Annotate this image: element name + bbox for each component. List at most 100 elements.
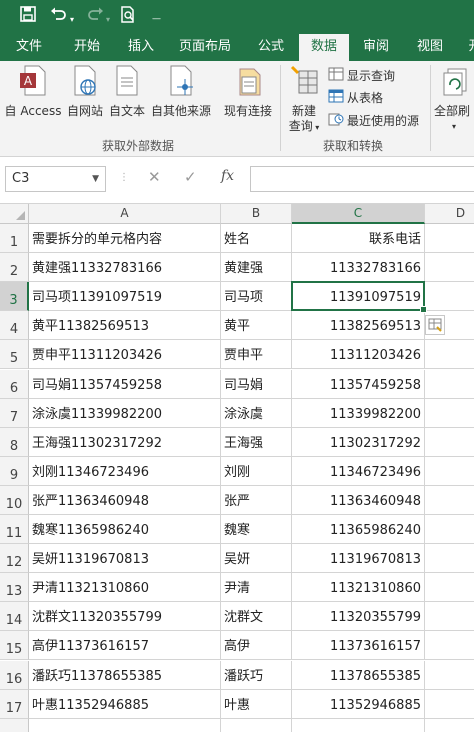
cell-a18[interactable] <box>29 718 221 732</box>
cell-c14[interactable]: 11320355799 <box>292 602 425 632</box>
cell-c13[interactable]: 11321310860 <box>292 573 425 603</box>
cell-c5[interactable]: 11311203426 <box>292 340 425 370</box>
column-header-c[interactable]: C <box>292 204 425 224</box>
cell-c8[interactable]: 11302317292 <box>292 427 425 457</box>
cell-d10[interactable] <box>425 486 474 515</box>
cell-b3[interactable]: 司马项 <box>221 282 292 312</box>
cell-c9[interactable]: 11346723496 <box>292 456 425 486</box>
formula-input[interactable] <box>250 166 474 192</box>
cell-b2[interactable]: 黄建强 <box>221 253 292 283</box>
cell-d5[interactable] <box>425 340 474 370</box>
column-header-d[interactable]: D <box>425 204 474 224</box>
cell-d6[interactable] <box>425 370 474 399</box>
tab-formulas[interactable]: 公式 <box>248 34 294 61</box>
cell-c11[interactable]: 11365986240 <box>292 515 425 545</box>
cell-a12[interactable]: 吴妍11319670813 <box>29 544 221 574</box>
row-header-18[interactable] <box>0 718 29 732</box>
save-icon[interactable] <box>20 6 36 28</box>
cell-b7[interactable]: 涂泳虞 <box>221 398 292 428</box>
cell-b11[interactable]: 魏寒 <box>221 515 292 545</box>
cell-a14[interactable]: 沈群文11320355799 <box>29 602 221 632</box>
cell-d15[interactable] <box>425 631 474 661</box>
cell-b12[interactable]: 吴妍 <box>221 544 292 574</box>
cell-a5[interactable]: 贾申平11311203426 <box>29 340 221 370</box>
cell-c4[interactable]: 11382569513 <box>292 311 425 341</box>
cell-c7[interactable]: 11339982200 <box>292 398 425 428</box>
cell-d17[interactable] <box>425 690 474 719</box>
from-web-button[interactable]: 自网站 <box>64 65 106 119</box>
tab-data[interactable]: 数据 <box>299 34 349 61</box>
cell-d18[interactable] <box>425 719 474 732</box>
cell-c16[interactable]: 11378655385 <box>292 660 425 690</box>
chevron-down-icon[interactable]: ▼ <box>92 167 99 191</box>
row-header-7[interactable]: 7 <box>0 398 29 428</box>
tab-insert[interactable]: 插入 <box>118 34 164 61</box>
tab-developer[interactable]: 开 <box>460 34 474 61</box>
cell-d12[interactable] <box>425 544 474 574</box>
from-access-button[interactable]: A 自 Access <box>4 65 62 119</box>
cell-c3[interactable]: 11391097519 <box>292 282 425 312</box>
redo-dropdown-icon[interactable]: ▾ <box>106 10 110 30</box>
row-header-4[interactable]: 4 <box>0 311 29 341</box>
new-query-button[interactable]: 新建 查询 ▾ <box>284 65 324 135</box>
cell-b16[interactable]: 潘跃巧 <box>221 660 292 690</box>
cell-a16[interactable]: 潘跃巧11378655385 <box>29 660 221 690</box>
cell-b8[interactable]: 王海强 <box>221 427 292 457</box>
cell-d13[interactable] <box>425 573 474 603</box>
row-header-16[interactable]: 16 <box>0 660 29 690</box>
cancel-icon[interactable]: ✕ <box>148 168 161 186</box>
row-header-3[interactable]: 3 <box>0 282 29 312</box>
cell-c2[interactable]: 11332783166 <box>292 253 425 283</box>
row-header-13[interactable]: 13 <box>0 573 29 603</box>
column-header-a[interactable]: A <box>29 204 221 224</box>
show-queries-button[interactable]: 显示查询 <box>328 66 395 86</box>
cell-a10[interactable]: 张严11363460948 <box>29 485 221 515</box>
undo-icon[interactable] <box>50 6 68 28</box>
row-header-2[interactable]: 2 <box>0 253 29 283</box>
cell-b9[interactable]: 刘刚 <box>221 456 292 486</box>
cell-a9[interactable]: 刘刚11346723496 <box>29 456 221 486</box>
from-table-button[interactable]: 从表格 <box>328 88 383 108</box>
row-header-11[interactable]: 11 <box>0 515 29 545</box>
row-header-12[interactable]: 12 <box>0 544 29 574</box>
cell-d14[interactable] <box>425 602 474 632</box>
row-header-5[interactable]: 5 <box>0 340 29 370</box>
from-text-button[interactable]: 自文本 <box>107 65 147 119</box>
refresh-all-button[interactable]: 全部刷 ▾ <box>434 65 474 134</box>
cell-a15[interactable]: 高伊11373616157 <box>29 631 221 661</box>
cell-d8[interactable] <box>425 428 474 457</box>
cell-c1[interactable]: 联系电话 <box>292 224 425 254</box>
select-all-button[interactable] <box>0 204 29 224</box>
row-header-17[interactable]: 17 <box>0 689 29 719</box>
cell-a2[interactable]: 黄建强11332783166 <box>29 253 221 283</box>
cell-c12[interactable]: 11319670813 <box>292 544 425 574</box>
from-other-sources-button[interactable]: 自其他来源 <box>149 65 213 119</box>
tab-home[interactable]: 开始 <box>64 34 110 61</box>
insert-function-icon[interactable]: fx <box>221 168 234 184</box>
row-header-6[interactable]: 6 <box>0 369 29 399</box>
quick-analysis-button[interactable] <box>425 315 445 336</box>
cell-a8[interactable]: 王海强11302317292 <box>29 427 221 457</box>
cell-a11[interactable]: 魏寒11365986240 <box>29 515 221 545</box>
undo-dropdown-icon[interactable]: ▾ <box>70 10 74 30</box>
cell-b13[interactable]: 尹清 <box>221 573 292 603</box>
cell-a3[interactable]: 司马项11391097519 <box>29 282 221 312</box>
recent-sources-button[interactable]: 最近使用的源 <box>328 111 419 131</box>
row-header-15[interactable]: 15 <box>0 631 29 661</box>
cell-b1[interactable]: 姓名 <box>221 224 292 254</box>
cell-b6[interactable]: 司马娟 <box>221 369 292 399</box>
cell-d7[interactable] <box>425 399 474 428</box>
tab-file[interactable]: 文件 <box>6 34 52 61</box>
row-header-10[interactable]: 10 <box>0 485 29 515</box>
cell-b4[interactable]: 黄平 <box>221 311 292 341</box>
cell-a6[interactable]: 司马娟11357459258 <box>29 369 221 399</box>
redo-icon[interactable] <box>86 6 104 28</box>
cell-a17[interactable]: 叶惠11352946885 <box>29 689 221 719</box>
tab-review[interactable]: 审阅 <box>353 34 399 61</box>
cell-c18[interactable] <box>292 718 425 732</box>
cell-a4[interactable]: 黄平11382569513 <box>29 311 221 341</box>
cell-d3[interactable] <box>425 282 474 312</box>
cell-a1[interactable]: 需要拆分的单元格内容 <box>29 224 221 254</box>
row-header-1[interactable]: 1 <box>0 224 29 254</box>
cell-d1[interactable] <box>425 224 474 254</box>
